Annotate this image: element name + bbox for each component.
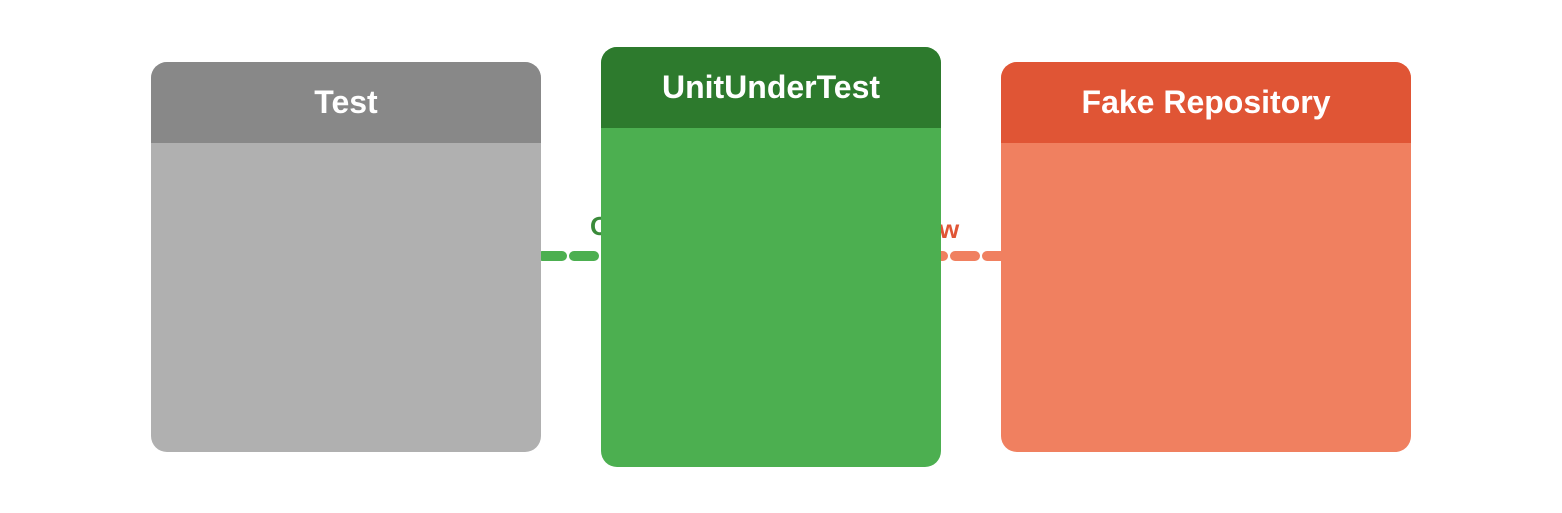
test-box: Test bbox=[151, 62, 541, 452]
test-box-header: Test bbox=[151, 62, 541, 143]
unit-box: UnitUnderTest bbox=[601, 47, 941, 467]
fake-box-header: Fake Repository bbox=[1001, 62, 1411, 143]
fake-box: Fake Repository bbox=[1001, 62, 1411, 452]
unit-box-header: UnitUnderTest bbox=[601, 47, 941, 128]
diagram: Output Flow Test UnitUnderTest Fake Repo… bbox=[0, 0, 1562, 513]
